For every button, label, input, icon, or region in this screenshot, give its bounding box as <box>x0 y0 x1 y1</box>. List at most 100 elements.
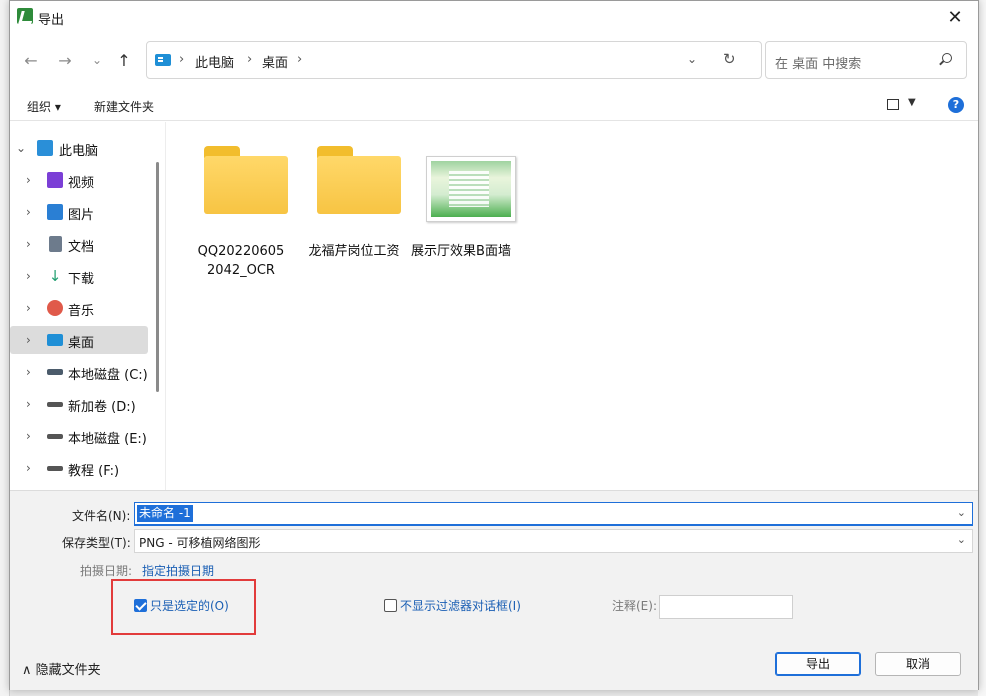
cancel-button[interactable]: 取消 <box>875 652 961 676</box>
navigation-pane: ⌄ 此电脑 › 视频 › 图片 › 文档 › ↓ 下载 › 音乐 › 桌面 › … <box>10 122 163 490</box>
dialog-title: 导出 <box>38 13 65 28</box>
recent-locations-button[interactable]: ⌄ <box>86 49 108 71</box>
sidebar-item-downloads[interactable]: › ↓ 下载 <box>10 262 148 290</box>
sidebar-item-label: 音乐 <box>68 304 95 319</box>
chevron-right-icon[interactable]: › <box>26 333 31 347</box>
sidebar-item-label: 文档 <box>68 240 95 255</box>
chevron-right-icon[interactable]: › <box>26 365 31 379</box>
note-label: 注释(E): <box>612 599 657 613</box>
chevron-down-icon[interactable]: ⌄ <box>957 506 966 519</box>
chevron-down-icon[interactable]: ⌄ <box>957 533 966 546</box>
chevron-right-icon[interactable]: › <box>26 397 31 411</box>
sidebar-item-documents[interactable]: › 文档 <box>10 230 148 258</box>
file-item-image[interactable]: 展示厅效果B面墙 <box>406 136 516 286</box>
filetype-value: PNG - 可移植网络图形 <box>139 536 261 550</box>
export-button[interactable]: 导出 <box>775 652 861 676</box>
sidebar-item-drive-c[interactable]: › 本地磁盘 (C:) <box>10 358 148 386</box>
file-item-label: 龙福芹岗位工资 <box>308 244 400 259</box>
document-icon <box>49 236 62 252</box>
sidebar-item-pictures[interactable]: › 图片 <box>10 198 148 226</box>
address-bar[interactable]: › 此电脑 › 桌面 › ⌄ ↻ <box>146 41 762 79</box>
title-bar: 导出 ✕ <box>10 1 978 33</box>
new-folder-button[interactable]: 新建文件夹 <box>94 98 154 115</box>
sidebar-item-drive-e[interactable]: › 本地磁盘 (E:) <box>10 422 148 450</box>
chevron-right-icon[interactable]: › <box>26 269 31 283</box>
sidebar-item-drive-f[interactable]: › 教程 (F:) <box>10 454 148 482</box>
crumb-this-pc[interactable]: 此电脑 <box>195 52 234 71</box>
image-thumbnail-icon <box>426 156 516 222</box>
chevron-right-icon[interactable]: › <box>26 205 31 219</box>
sidebar-item-label: 本地磁盘 (E:) <box>68 432 147 447</box>
chevron-right-icon[interactable]: › <box>26 429 31 443</box>
filename-input[interactable]: 未命名 -1 ⌄ <box>134 502 973 526</box>
chevron-up-icon: ∧ <box>22 663 32 678</box>
app-logo-icon <box>17 8 33 24</box>
folder-icon <box>317 146 401 214</box>
view-dropdown-icon[interactable]: ▼ <box>908 97 916 108</box>
sidebar-item-label: 教程 (F:) <box>68 464 120 479</box>
drive-icon <box>47 466 63 471</box>
drive-icon <box>47 434 63 439</box>
search-box[interactable]: 在 桌面 中搜索 <box>765 41 967 79</box>
desktop-icon <box>47 334 63 346</box>
crumb-separator[interactable]: › <box>297 52 302 67</box>
sidebar-item-label: 本地磁盘 (C:) <box>68 368 148 383</box>
up-button[interactable]: ↑ <box>113 49 135 71</box>
command-toolbar: 组织 ▾ 新建文件夹 ▼ ? <box>10 89 978 121</box>
sidebar-item-this-pc[interactable]: ⌄ 此电脑 <box>10 134 148 162</box>
filetype-label: 保存类型(T): <box>62 536 131 550</box>
no-filter-dialog-label[interactable]: 不显示过滤器对话框(I) <box>400 597 521 614</box>
hide-folders-label: 隐藏文件夹 <box>35 663 101 678</box>
sidebar-item-videos[interactable]: › 视频 <box>10 166 148 194</box>
filename-label: 文件名(N): <box>72 509 131 523</box>
chevron-down-icon[interactable]: ⌄ <box>16 141 26 155</box>
view-icon[interactable] <box>887 99 899 110</box>
system-drive-icon <box>47 369 63 375</box>
pictures-icon <box>47 204 63 220</box>
no-filter-dialog-checkbox[interactable] <box>384 599 397 612</box>
sidebar-item-label: 此电脑 <box>59 144 99 159</box>
chevron-right-icon[interactable]: › <box>26 173 31 187</box>
address-dropdown-icon[interactable]: ⌄ <box>687 52 697 66</box>
sidebar-item-label: 桌面 <box>68 336 95 351</box>
refresh-icon[interactable]: ↻ <box>723 50 736 68</box>
music-icon <box>47 300 63 316</box>
only-selected-checkbox[interactable] <box>134 599 147 612</box>
computer-icon <box>37 140 53 156</box>
sidebar-item-label: 图片 <box>68 208 95 223</box>
close-button[interactable]: ✕ <box>932 1 978 33</box>
background-app-right <box>978 0 986 696</box>
search-icon[interactable] <box>942 53 952 63</box>
folder-icon <box>204 146 288 214</box>
chevron-right-icon[interactable]: › <box>26 461 31 475</box>
chevron-right-icon[interactable]: › <box>26 237 31 251</box>
chevron-right-icon[interactable]: › <box>26 301 31 315</box>
navigation-row: ← → ⌄ ↑ › 此电脑 › 桌面 › ⌄ ↻ 在 桌面 中搜索 <box>10 39 978 81</box>
search-placeholder: 在 桌面 中搜索 <box>775 57 862 72</box>
filetype-select[interactable]: PNG - 可移植网络图形 ⌄ <box>134 529 973 553</box>
file-item-label: 展示厅效果B面墙 <box>411 244 511 259</box>
file-item-folder[interactable]: QQ20220605 2042_OCR <box>186 136 296 286</box>
sidebar-scrollbar[interactable] <box>156 162 159 392</box>
crumb-separator: › <box>179 52 185 67</box>
file-list: QQ20220605 2042_OCR 龙福芹岗位工资 展示厅效果B面墙 <box>165 122 977 490</box>
crumb-desktop[interactable]: 桌面 <box>262 52 288 71</box>
file-item-folder[interactable]: 龙福芹岗位工资 <box>299 136 409 286</box>
note-input[interactable] <box>659 595 793 619</box>
dialog-footer: ∧ 隐藏文件夹 导出 取消 <box>10 640 978 690</box>
export-dialog: 导出 ✕ ← → ⌄ ↑ › 此电脑 › 桌面 › ⌄ ↻ 在 桌面 中搜索 组… <box>9 0 979 690</box>
hide-folders-toggle[interactable]: ∧ 隐藏文件夹 <box>22 659 101 678</box>
organize-menu[interactable]: 组织 ▾ <box>27 98 61 115</box>
sidebar-item-music[interactable]: › 音乐 <box>10 294 148 322</box>
sidebar-item-desktop[interactable]: › 桌面 <box>10 326 148 354</box>
back-button[interactable]: ← <box>20 49 42 71</box>
forward-button[interactable]: → <box>54 49 76 71</box>
crumb-separator: › <box>247 52 253 67</box>
download-icon: ↓ <box>48 267 62 285</box>
sidebar-item-label: 新加卷 (D:) <box>68 400 136 415</box>
help-icon[interactable]: ? <box>948 97 964 113</box>
specify-date-link[interactable]: 指定拍摄日期 <box>142 562 214 579</box>
sidebar-item-drive-d[interactable]: › 新加卷 (D:) <box>10 390 148 418</box>
only-selected-label[interactable]: 只是选定的(O) <box>150 597 229 614</box>
file-item-label: QQ20220605 2042_OCR <box>197 244 285 278</box>
